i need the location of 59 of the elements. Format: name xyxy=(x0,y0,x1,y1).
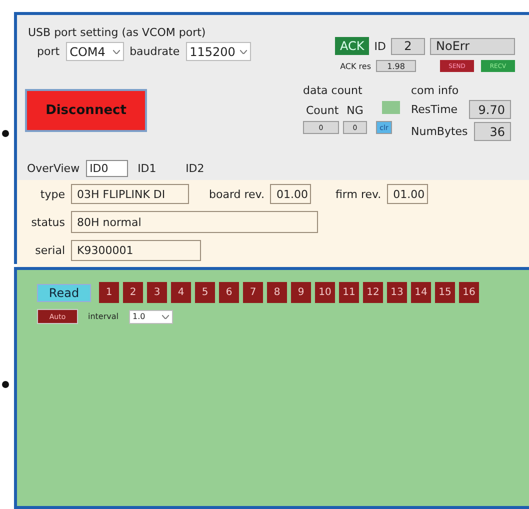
baudrate-dropdown[interactable]: 115200 xyxy=(186,42,251,61)
ng-label: NG xyxy=(346,104,364,117)
bullet-icon xyxy=(2,381,9,388)
info-value: 36 xyxy=(474,122,511,141)
section-title: USB port setting (as VCOM port) xyxy=(28,26,207,39)
read-button[interactable]: Read xyxy=(37,284,91,302)
type-field: 03H FLIPLINK DI xyxy=(71,184,189,204)
firm-rev-field: 01.00 xyxy=(387,184,428,204)
id-button[interactable]: 16 xyxy=(459,282,479,303)
id-tab[interactable]: ID2 xyxy=(182,160,224,177)
info-label: ResTime xyxy=(411,103,458,116)
info-value: 9.70 xyxy=(469,100,511,119)
id-button[interactable]: 13 xyxy=(387,282,407,303)
baudrate-label: baudrate xyxy=(130,45,180,58)
id-button[interactable]: 11 xyxy=(339,282,359,303)
serial-field: K9300001 xyxy=(71,240,201,261)
interval-dropdown[interactable]: 1.0 xyxy=(128,310,172,324)
board-rev-field: 01.00 xyxy=(270,184,312,204)
id-button[interactable]: 1 xyxy=(99,282,119,303)
ack-res-label: ACK res xyxy=(340,62,371,70)
interval-label: interval xyxy=(88,312,118,321)
count-label: Count xyxy=(306,104,339,117)
id-tab[interactable]: ID1 xyxy=(134,160,176,177)
firm-rev-label: firm rev. xyxy=(335,188,382,200)
id-tab[interactable]: ID0 xyxy=(86,160,128,177)
data-count-title: data count xyxy=(303,84,364,97)
status-label: status xyxy=(30,216,65,228)
disconnect-button[interactable]: Disconnect xyxy=(25,89,147,132)
com-info-title: com info xyxy=(411,84,460,97)
id-button[interactable]: 3 xyxy=(147,282,167,303)
port-dropdown[interactable]: COM4 xyxy=(66,42,124,61)
id-button[interactable]: 8 xyxy=(267,282,287,303)
id-button[interactable]: 12 xyxy=(363,282,383,303)
port-label: port xyxy=(37,45,60,58)
id-button[interactable]: 14 xyxy=(411,282,431,303)
id-button[interactable]: 9 xyxy=(291,282,311,303)
id-button[interactable]: 4 xyxy=(171,282,191,303)
id-field: 2 xyxy=(391,38,425,54)
error-field: NoErr xyxy=(430,38,515,54)
id-label: ID xyxy=(374,40,386,52)
caret-icon xyxy=(112,50,120,54)
info-label: NumBytes xyxy=(411,125,468,138)
id-button[interactable]: 2 xyxy=(123,282,143,303)
id-button[interactable]: 6 xyxy=(219,282,239,303)
id-button[interactable]: 15 xyxy=(435,282,455,303)
serial-label: serial xyxy=(34,244,65,257)
ack-res-field: 1.98 xyxy=(376,60,416,72)
overview-label: OverView xyxy=(27,162,80,175)
status-field: 80H normal xyxy=(71,211,318,233)
type-label: type xyxy=(39,188,65,200)
id-button[interactable]: 5 xyxy=(195,282,215,303)
bullet-icon xyxy=(2,130,9,137)
toggle-button[interactable] xyxy=(382,101,400,114)
id-button[interactable]: 10 xyxy=(315,282,335,303)
caret-icon xyxy=(240,50,247,54)
ack-indicator: ACK xyxy=(335,37,370,55)
board-rev-label: board rev. xyxy=(209,188,264,200)
id-button[interactable]: 7 xyxy=(243,282,263,303)
caret-icon xyxy=(162,314,168,318)
